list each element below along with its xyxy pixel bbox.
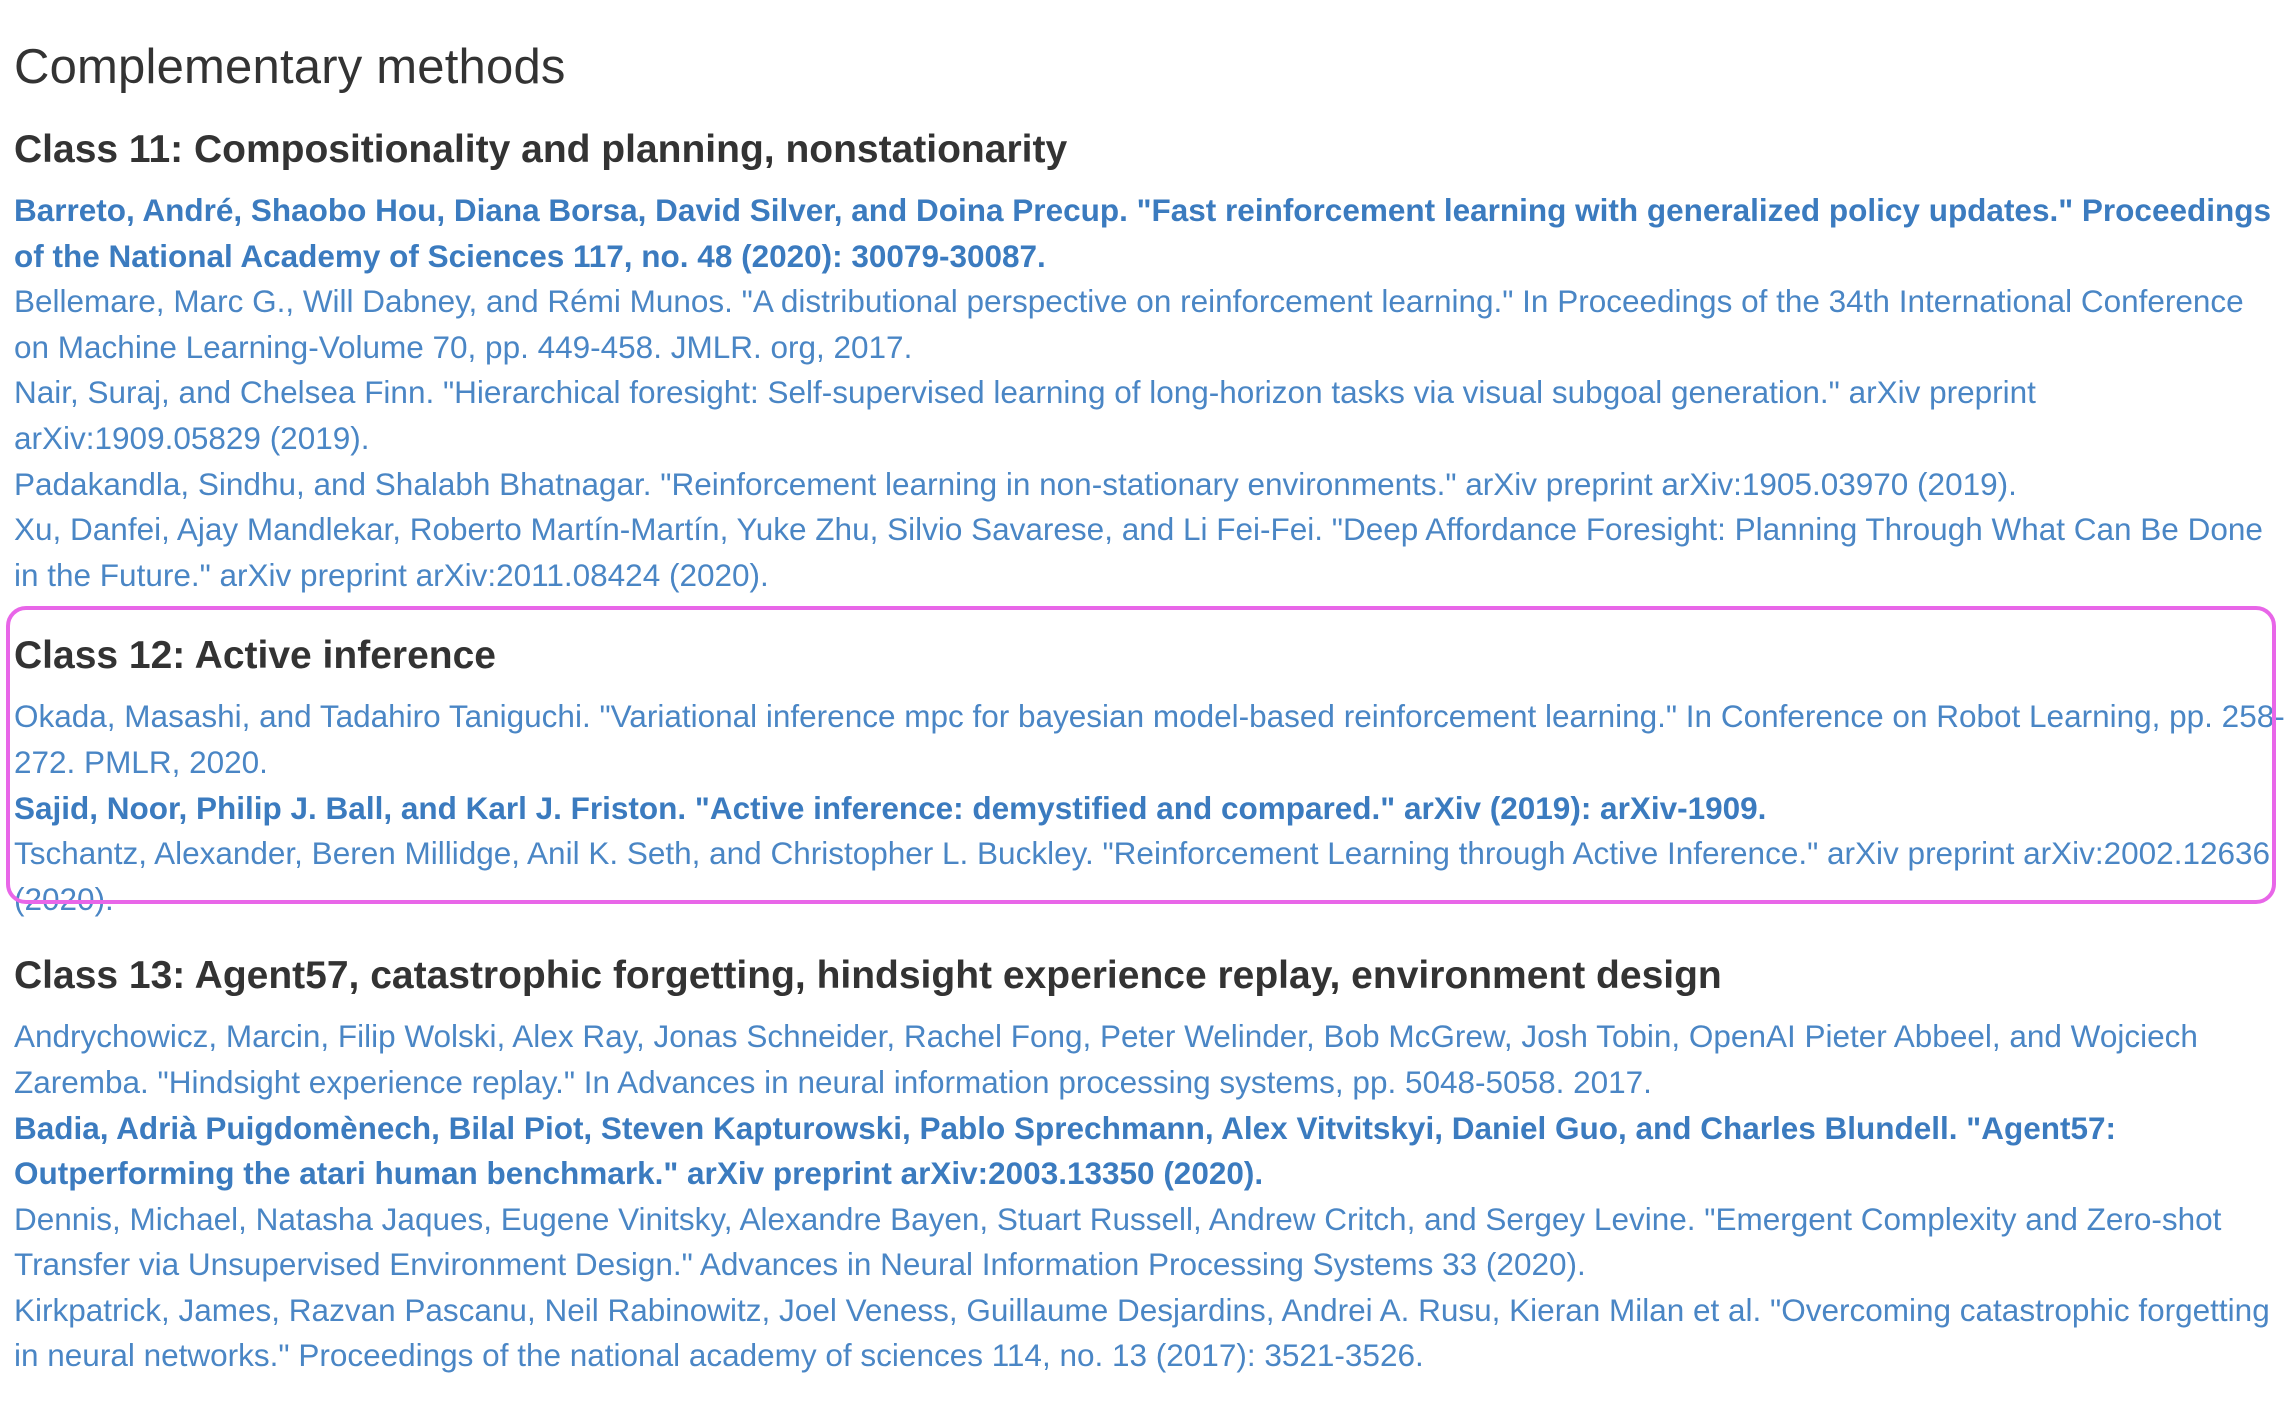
reference-link[interactable]: Xu, Danfei, Ajay Mandlekar, Roberto Mart… [14, 507, 2286, 598]
reference-link[interactable]: Dennis, Michael, Natasha Jaques, Eugene … [14, 1197, 2286, 1288]
reference-link[interactable]: Andrychowicz, Marcin, Filip Wolski, Alex… [14, 1014, 2286, 1105]
reference-link[interactable]: Barreto, André, Shaobo Hou, Diana Borsa,… [14, 188, 2286, 279]
section-class-12: Class 12: Active inference Okada, Masash… [6, 606, 2296, 922]
page: Complementary methods Class 11: Composit… [0, 0, 2296, 1424]
section-heading: Class 13: Agent57, catastrophic forgetti… [14, 954, 1722, 998]
reference-link[interactable]: Okada, Masashi, and Tadahiro Taniguchi. … [14, 694, 2286, 785]
page-title: Complementary methods [14, 40, 566, 94]
section-heading: Class 12: Active inference [14, 634, 496, 678]
section-class-13: Class 13: Agent57, catastrophic forgetti… [14, 950, 2296, 1379]
reference-list: Barreto, André, Shaobo Hou, Diana Borsa,… [14, 188, 2286, 598]
reference-link[interactable]: Nair, Suraj, and Chelsea Finn. "Hierarch… [14, 370, 2286, 461]
reference-link[interactable]: Tschantz, Alexander, Beren Millidge, Ani… [14, 831, 2286, 922]
reference-link[interactable]: Sajid, Noor, Philip J. Ball, and Karl J.… [14, 786, 2286, 832]
reference-list: Andrychowicz, Marcin, Filip Wolski, Alex… [14, 1014, 2286, 1379]
reference-link[interactable]: Kirkpatrick, James, Razvan Pascanu, Neil… [14, 1288, 2286, 1379]
section-class-11: Class 11: Compositionality and planning,… [14, 124, 2296, 598]
reference-list: Okada, Masashi, and Tadahiro Taniguchi. … [14, 694, 2286, 922]
reference-link[interactable]: Bellemare, Marc G., Will Dabney, and Rém… [14, 279, 2286, 370]
reference-link[interactable]: Badia, Adrià Puigdomènech, Bilal Piot, S… [14, 1106, 2286, 1197]
section-heading: Class 11: Compositionality and planning,… [14, 128, 1068, 171]
reference-link[interactable]: Padakandla, Sindhu, and Shalabh Bhatnaga… [14, 462, 2286, 508]
